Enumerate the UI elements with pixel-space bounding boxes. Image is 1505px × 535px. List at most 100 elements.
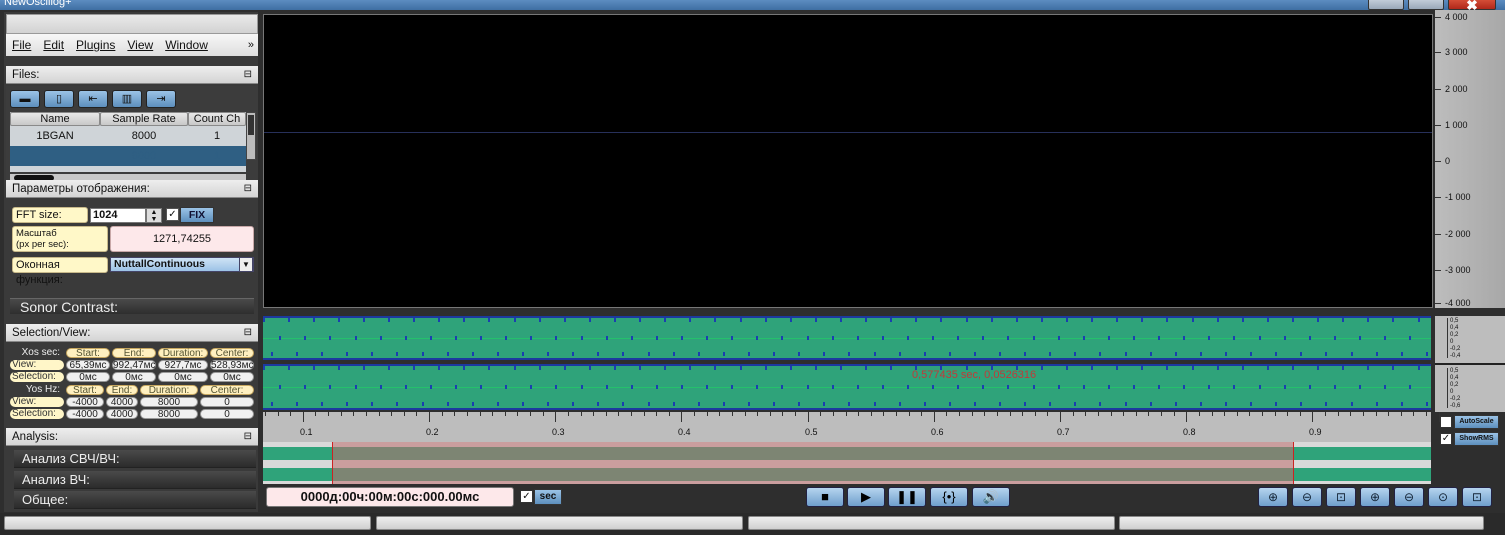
loop-selection-button[interactable]: {•} (930, 487, 968, 507)
waveform-sample (781, 385, 783, 389)
analysis-hf-button[interactable]: Анализ ВЧ: (14, 471, 256, 489)
close-button[interactable]: ✖ (1448, 0, 1496, 10)
autoscale-checkbox[interactable] (1440, 416, 1452, 428)
pin-icon[interactable]: ⊟ (244, 66, 252, 84)
volume-button[interactable]: 🔊 (972, 487, 1010, 507)
zoom-out-button[interactable]: ⊖ (1292, 487, 1322, 507)
table-row[interactable]: 1BGAN 8000 1 (10, 126, 246, 146)
amplitude-scale-ch2: 0,5 0,4 0,2 0 -0,2 -0,6 (1447, 368, 1460, 409)
time-tick-label: 0.1 (300, 427, 313, 437)
sonor-contrast-slider[interactable]: Sonor Contrast: (10, 298, 254, 315)
pin-icon[interactable]: ⊟ (244, 324, 252, 342)
waveform-channel-1[interactable] (263, 316, 1431, 360)
waveform-sample (1024, 352, 1026, 356)
time-tick (1198, 412, 1200, 416)
stop-button[interactable]: ■ (806, 487, 844, 507)
pause-button[interactable]: ❚❚ (888, 487, 926, 507)
minimize-button[interactable] (1368, 0, 1404, 10)
column-name[interactable]: Name (10, 112, 100, 126)
menu-view[interactable]: View (127, 38, 153, 52)
waveform-sample (1275, 352, 1277, 356)
waveform-sample (890, 318, 892, 322)
x-sel-duration[interactable]: 0мс (158, 372, 208, 383)
y-sel-duration[interactable]: 8000 (140, 409, 198, 420)
fix-checkbox[interactable]: ✓ (166, 208, 179, 221)
pin-icon[interactable]: ⊟ (244, 428, 252, 446)
y-tick-label: -1 000 (1435, 192, 1471, 202)
column-count[interactable]: Count Ch (188, 112, 246, 126)
waveform-sample (706, 336, 708, 340)
time-tick (908, 412, 910, 416)
x-sel-center[interactable]: 0мс (210, 372, 254, 383)
y-view-end[interactable]: 4000 (106, 397, 138, 408)
time-tick (1325, 412, 1327, 416)
overview-selection[interactable] (332, 442, 1294, 484)
play-button[interactable]: ▶ (847, 487, 885, 507)
y-view-center[interactable]: 0 (200, 397, 254, 408)
zoom-reset-button[interactable]: ⊡ (1462, 487, 1492, 507)
y-tick-label: 0 (1434, 156, 1451, 166)
waveform-sample (865, 366, 867, 370)
scale-value[interactable]: 1271,74255 (110, 226, 254, 252)
y-sel-center[interactable]: 0 (200, 409, 254, 420)
x-sel-start[interactable]: 0мс (66, 372, 110, 383)
spectrogram-view[interactable] (263, 14, 1433, 308)
overview-strip[interactable] (263, 442, 1431, 484)
analysis-uhf-hf-button[interactable]: Анализ СВЧ/ВЧ: (14, 450, 256, 468)
column-sample-rate[interactable]: Sample Rate (100, 112, 188, 126)
export-button[interactable]: ⇥ (146, 90, 176, 108)
menu-file[interactable]: File (12, 38, 31, 52)
sec-checkbox[interactable]: ✓ (520, 490, 533, 503)
table-row[interactable]: 8000 1 (10, 146, 246, 166)
open-folder-button[interactable]: ▬ (10, 90, 40, 108)
zoom-selection-button[interactable]: ⊙ (1428, 487, 1458, 507)
x-view-end[interactable]: 992,47мс (112, 360, 156, 371)
waveform-sample (631, 385, 633, 389)
add-file-button[interactable]: ▯ (44, 90, 74, 108)
x-view-start[interactable]: 65,39мс (66, 360, 110, 371)
y-sel-end[interactable]: 4000 (106, 409, 138, 420)
zoom-in-button[interactable]: ⊕ (1258, 487, 1288, 507)
fft-size-stepper[interactable]: ▲ ▼ (146, 208, 162, 223)
import-button[interactable]: ⇤ (78, 90, 108, 108)
y-view-duration[interactable]: 8000 (140, 397, 198, 408)
menu-plugins[interactable]: Plugins (76, 38, 115, 52)
fft-size-input[interactable]: 1024 (90, 208, 146, 223)
maximize-button[interactable] (1408, 0, 1444, 10)
menu-window[interactable]: Window (165, 38, 208, 52)
sec-button[interactable]: sec (534, 489, 562, 505)
x-view-duration[interactable]: 927,7мс (158, 360, 208, 371)
chevron-down-icon[interactable]: ▼ (239, 257, 253, 272)
autoscale-button[interactable]: AutoScale (1454, 415, 1499, 429)
x-sel-end[interactable]: 0мс (112, 372, 156, 383)
vertical-scrollbar[interactable] (246, 112, 256, 160)
cell-count: 1 (213, 130, 221, 142)
waveform-sample (438, 366, 440, 370)
analysis-general-button[interactable]: Общее: (14, 491, 256, 509)
window-function-select[interactable]: NuttallContinuous ▼ (110, 257, 254, 272)
y-tick-label: 2 000 (1435, 84, 1468, 94)
zoom-out-y-button[interactable]: ⊖ (1394, 487, 1424, 507)
status-cell (748, 516, 1115, 530)
showrms-checkbox[interactable]: ✓ (1440, 433, 1452, 445)
menu-edit[interactable]: Edit (43, 38, 64, 52)
scroll-thumb[interactable] (248, 115, 254, 135)
scale-label-line2: (px per sec): (16, 239, 69, 250)
amp-tick: -0,6 (1450, 403, 1461, 409)
menu-overflow-button[interactable]: » (248, 39, 254, 51)
x-view-center[interactable]: 528,93мс (210, 360, 254, 371)
y-sel-start[interactable]: -4000 (66, 409, 104, 420)
waveform-channel-2[interactable] (263, 364, 1431, 410)
pin-icon[interactable]: ⊟ (244, 180, 252, 198)
showrms-button[interactable]: ShowRMS (1454, 432, 1499, 446)
y-view-start[interactable]: -4000 (66, 397, 104, 408)
fix-button[interactable]: FIX (180, 207, 214, 223)
delete-button[interactable]: ▥ (112, 90, 142, 108)
time-tick (441, 412, 443, 416)
zoom-fit-button[interactable]: ⊡ (1326, 487, 1356, 507)
waveform-sample (488, 318, 490, 322)
zoom-in-y-button[interactable]: ⊕ (1360, 487, 1390, 507)
waveform-sample (304, 385, 306, 389)
waveform-sample (1108, 385, 1110, 389)
display-title: Параметры отображения: (12, 183, 150, 195)
